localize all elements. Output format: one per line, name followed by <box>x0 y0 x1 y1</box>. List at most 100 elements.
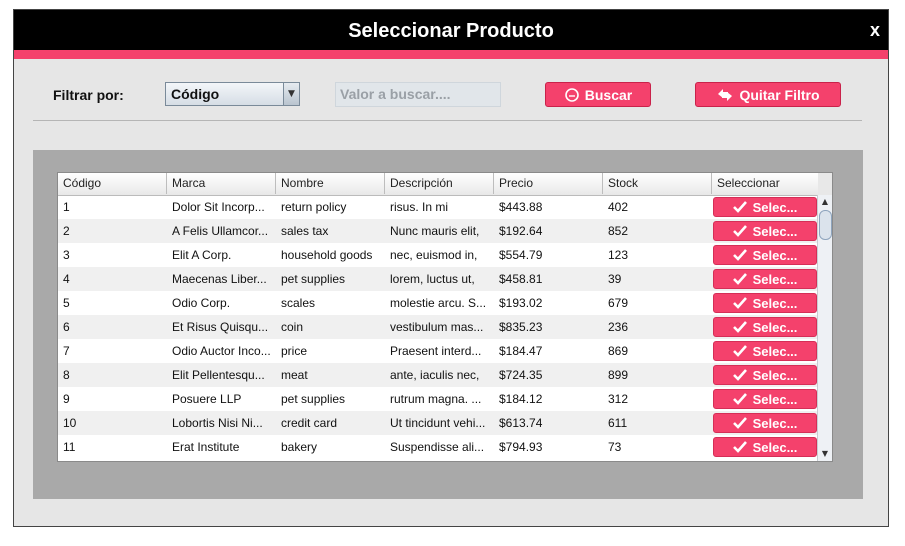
cell-precio: $724.35 <box>499 368 543 382</box>
cell-marca: Lobortis Nisi Ni... <box>172 416 263 430</box>
cell-descripcion: lorem, luctus ut, <box>390 272 475 286</box>
select-row-button[interactable]: Selec... <box>713 341 817 361</box>
clear-filter-label: Quitar Filtro <box>739 86 820 103</box>
filter-field-select[interactable]: Código ▼ <box>165 82 300 106</box>
table-row[interactable]: 5 Odio Corp. scales molestie arcu. S... $193… <box>58 291 818 315</box>
cell-marca: A Felis Ullamcor... <box>172 224 269 238</box>
checkmark-icon <box>732 417 747 429</box>
table-row[interactable]: 8 Elit Pellentesqu... meat ante, iaculis ne… <box>58 363 818 387</box>
cell-marca: Odio Corp. <box>172 296 231 310</box>
search-button-label: Buscar <box>584 86 633 103</box>
select-row-button[interactable]: Selec... <box>713 221 817 241</box>
cell-marca: Posuere LLP <box>172 392 242 406</box>
column-header-codigo[interactable]: Código <box>58 173 167 194</box>
results-panel: Código Marca Nombre Descripción Precio S… <box>33 150 863 499</box>
clear-filter-button[interactable]: Quitar Filtro <box>695 82 841 107</box>
search-button[interactable]: Buscar <box>545 82 651 107</box>
vertical-scrollbar[interactable]: ▲ ▼ <box>817 195 832 461</box>
cell-precio: $458.81 <box>499 272 543 286</box>
cell-precio: $193.02 <box>499 296 543 310</box>
select-row-button[interactable]: Selec... <box>713 197 817 217</box>
select-button-label: Selec... <box>752 439 798 455</box>
cell-stock: 899 <box>608 368 629 382</box>
column-header-precio[interactable]: Precio <box>494 173 603 194</box>
checkmark-icon <box>732 345 747 357</box>
cell-descripcion: ante, iaculis nec, <box>390 368 480 382</box>
cell-precio: $443.88 <box>499 200 543 214</box>
scroll-up-icon[interactable]: ▲ <box>818 195 832 209</box>
table-row[interactable]: 6 Et Risus Quisqu... coin vestibulum mas...… <box>58 315 818 339</box>
cell-stock: 402 <box>608 200 629 214</box>
cell-marca: Et Risus Quisqu... <box>172 320 269 334</box>
cell-marca: Erat Institute <box>172 440 240 454</box>
table-row[interactable]: 3 Elit A Corp. household goods nec, euismod… <box>58 243 818 267</box>
table-row[interactable]: 1 Dolor Sit Incorp... return policy risus. … <box>58 195 818 219</box>
checkmark-icon <box>732 225 747 237</box>
select-row-button[interactable]: Selec... <box>713 389 817 409</box>
scroll-thumb[interactable] <box>819 210 832 240</box>
cell-codigo: 7 <box>63 344 70 358</box>
table-header: Código Marca Nombre Descripción Precio S… <box>58 173 819 196</box>
cell-nombre: credit card <box>281 416 338 430</box>
table-corner <box>818 173 832 195</box>
select-button-label: Selec... <box>752 367 798 383</box>
checkmark-icon <box>732 201 747 213</box>
cell-nombre: sales tax <box>281 224 329 238</box>
cell-precio: $554.79 <box>499 248 543 262</box>
product-selector-dialog: Seleccionar Producto x Filtrar por: Códi… <box>13 9 889 527</box>
cell-codigo: 9 <box>63 392 70 406</box>
cell-stock: 236 <box>608 320 629 334</box>
select-row-button[interactable]: Selec... <box>713 245 817 265</box>
search-input[interactable]: Valor a buscar.... <box>335 82 501 107</box>
cell-nombre: meat <box>281 368 308 382</box>
close-button[interactable]: x <box>870 20 880 41</box>
cell-descripcion: Ut tincidunt vehi... <box>390 416 486 430</box>
cell-stock: 611 <box>608 416 628 430</box>
accent-stripe <box>14 50 888 59</box>
table-row[interactable]: 2 A Felis Ullamcor... sales tax Nunc mauris… <box>58 219 818 243</box>
column-header-marca[interactable]: Marca <box>167 173 276 194</box>
checkmark-icon <box>732 297 747 309</box>
cell-stock: 852 <box>608 224 629 238</box>
checkmark-icon <box>732 441 747 453</box>
cell-codigo: 11 <box>63 440 76 454</box>
cell-marca: Maecenas Liber... <box>172 272 267 286</box>
select-row-button[interactable]: Selec... <box>713 365 817 385</box>
select-row-button[interactable]: Selec... <box>713 413 817 433</box>
select-button-label: Selec... <box>752 343 798 359</box>
cell-stock: 869 <box>608 344 629 358</box>
cell-codigo: 2 <box>63 224 70 238</box>
scroll-down-icon[interactable]: ▼ <box>818 447 832 461</box>
table-row[interactable]: 10 Lobortis Nisi Ni... credit card Ut tinci… <box>58 411 818 435</box>
table-row[interactable]: 9 Posuere LLP pet supplies rutrum magna. ..… <box>58 387 818 411</box>
column-header-stock[interactable]: Stock <box>603 173 712 194</box>
products-table: Código Marca Nombre Descripción Precio S… <box>57 172 833 462</box>
cell-descripcion: Suspendisse ali... <box>390 440 485 454</box>
filter-select-value: Código <box>171 86 220 102</box>
cell-stock: 73 <box>608 440 622 454</box>
cell-codigo: 1 <box>63 200 70 214</box>
cell-stock: 312 <box>608 392 629 406</box>
cell-precio: $835.23 <box>499 320 543 334</box>
select-row-button[interactable]: Selec... <box>713 269 817 289</box>
cell-descripcion: risus. In mi <box>390 200 449 214</box>
cell-codigo: 8 <box>63 368 70 382</box>
column-header-seleccionar[interactable]: Seleccionar <box>712 173 819 194</box>
table-row[interactable]: 4 Maecenas Liber... pet supplies lorem, luc… <box>58 267 818 291</box>
cell-stock: 39 <box>608 272 622 286</box>
dialog-title: Seleccionar Producto <box>348 20 554 42</box>
cell-descripcion: vestibulum mas... <box>390 320 484 334</box>
select-row-button[interactable]: Selec... <box>713 317 817 337</box>
chevron-down-icon[interactable]: ▼ <box>283 83 299 105</box>
select-row-button[interactable]: Selec... <box>713 437 817 457</box>
table-row[interactable]: 7 Odio Auctor Inco... price Praesent interd… <box>58 339 818 363</box>
cell-codigo: 5 <box>63 296 70 310</box>
column-header-nombre[interactable]: Nombre <box>276 173 385 194</box>
cell-nombre: pet supplies <box>281 272 346 286</box>
cell-codigo: 4 <box>63 272 70 286</box>
table-row[interactable]: 11 Erat Institute bakery Suspendisse ali...… <box>58 435 818 459</box>
cell-stock: 679 <box>608 296 629 310</box>
select-row-button[interactable]: Selec... <box>713 293 817 313</box>
cell-descripcion: Nunc mauris elit, <box>390 224 480 238</box>
column-header-descripcion[interactable]: Descripción <box>385 173 494 194</box>
